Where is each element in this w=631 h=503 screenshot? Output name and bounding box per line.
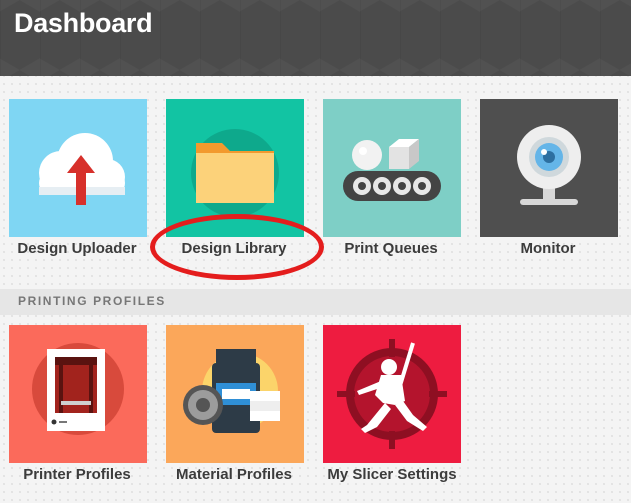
ninja-icon bbox=[337, 339, 447, 449]
printer-icon bbox=[32, 343, 124, 435]
cloud-upload-icon bbox=[39, 133, 125, 205]
tile-design-uploader[interactable] bbox=[9, 99, 147, 237]
tile-printer-profiles-label[interactable]: Printer Profiles bbox=[0, 466, 157, 483]
tile-print-queues-label[interactable]: Print Queues bbox=[311, 240, 471, 257]
tile-my-slicer-settings[interactable] bbox=[323, 325, 461, 463]
tile-design-uploader-label[interactable]: Design Uploader bbox=[0, 240, 157, 257]
tile-monitor-label[interactable]: Monitor bbox=[468, 240, 628, 257]
tile-my-slicer-settings-label[interactable]: My Slicer Settings bbox=[312, 466, 472, 483]
tile-printer-profiles[interactable] bbox=[9, 325, 147, 463]
conveyor-icon bbox=[343, 139, 441, 201]
tile-material-profiles[interactable] bbox=[166, 325, 304, 463]
tile-print-queues[interactable] bbox=[323, 99, 461, 237]
header-bar: Dashboard bbox=[0, 0, 631, 76]
page-title: Dashboard bbox=[14, 8, 153, 38]
annotation-circle bbox=[150, 214, 324, 280]
section-title: PRINTING PROFILES bbox=[18, 294, 166, 308]
section-header: PRINTING PROFILES bbox=[0, 289, 631, 315]
webcam-icon bbox=[517, 125, 581, 205]
tile-monitor[interactable] bbox=[480, 99, 618, 237]
filament-icon bbox=[183, 349, 280, 433]
tile-material-profiles-label[interactable]: Material Profiles bbox=[154, 466, 314, 483]
